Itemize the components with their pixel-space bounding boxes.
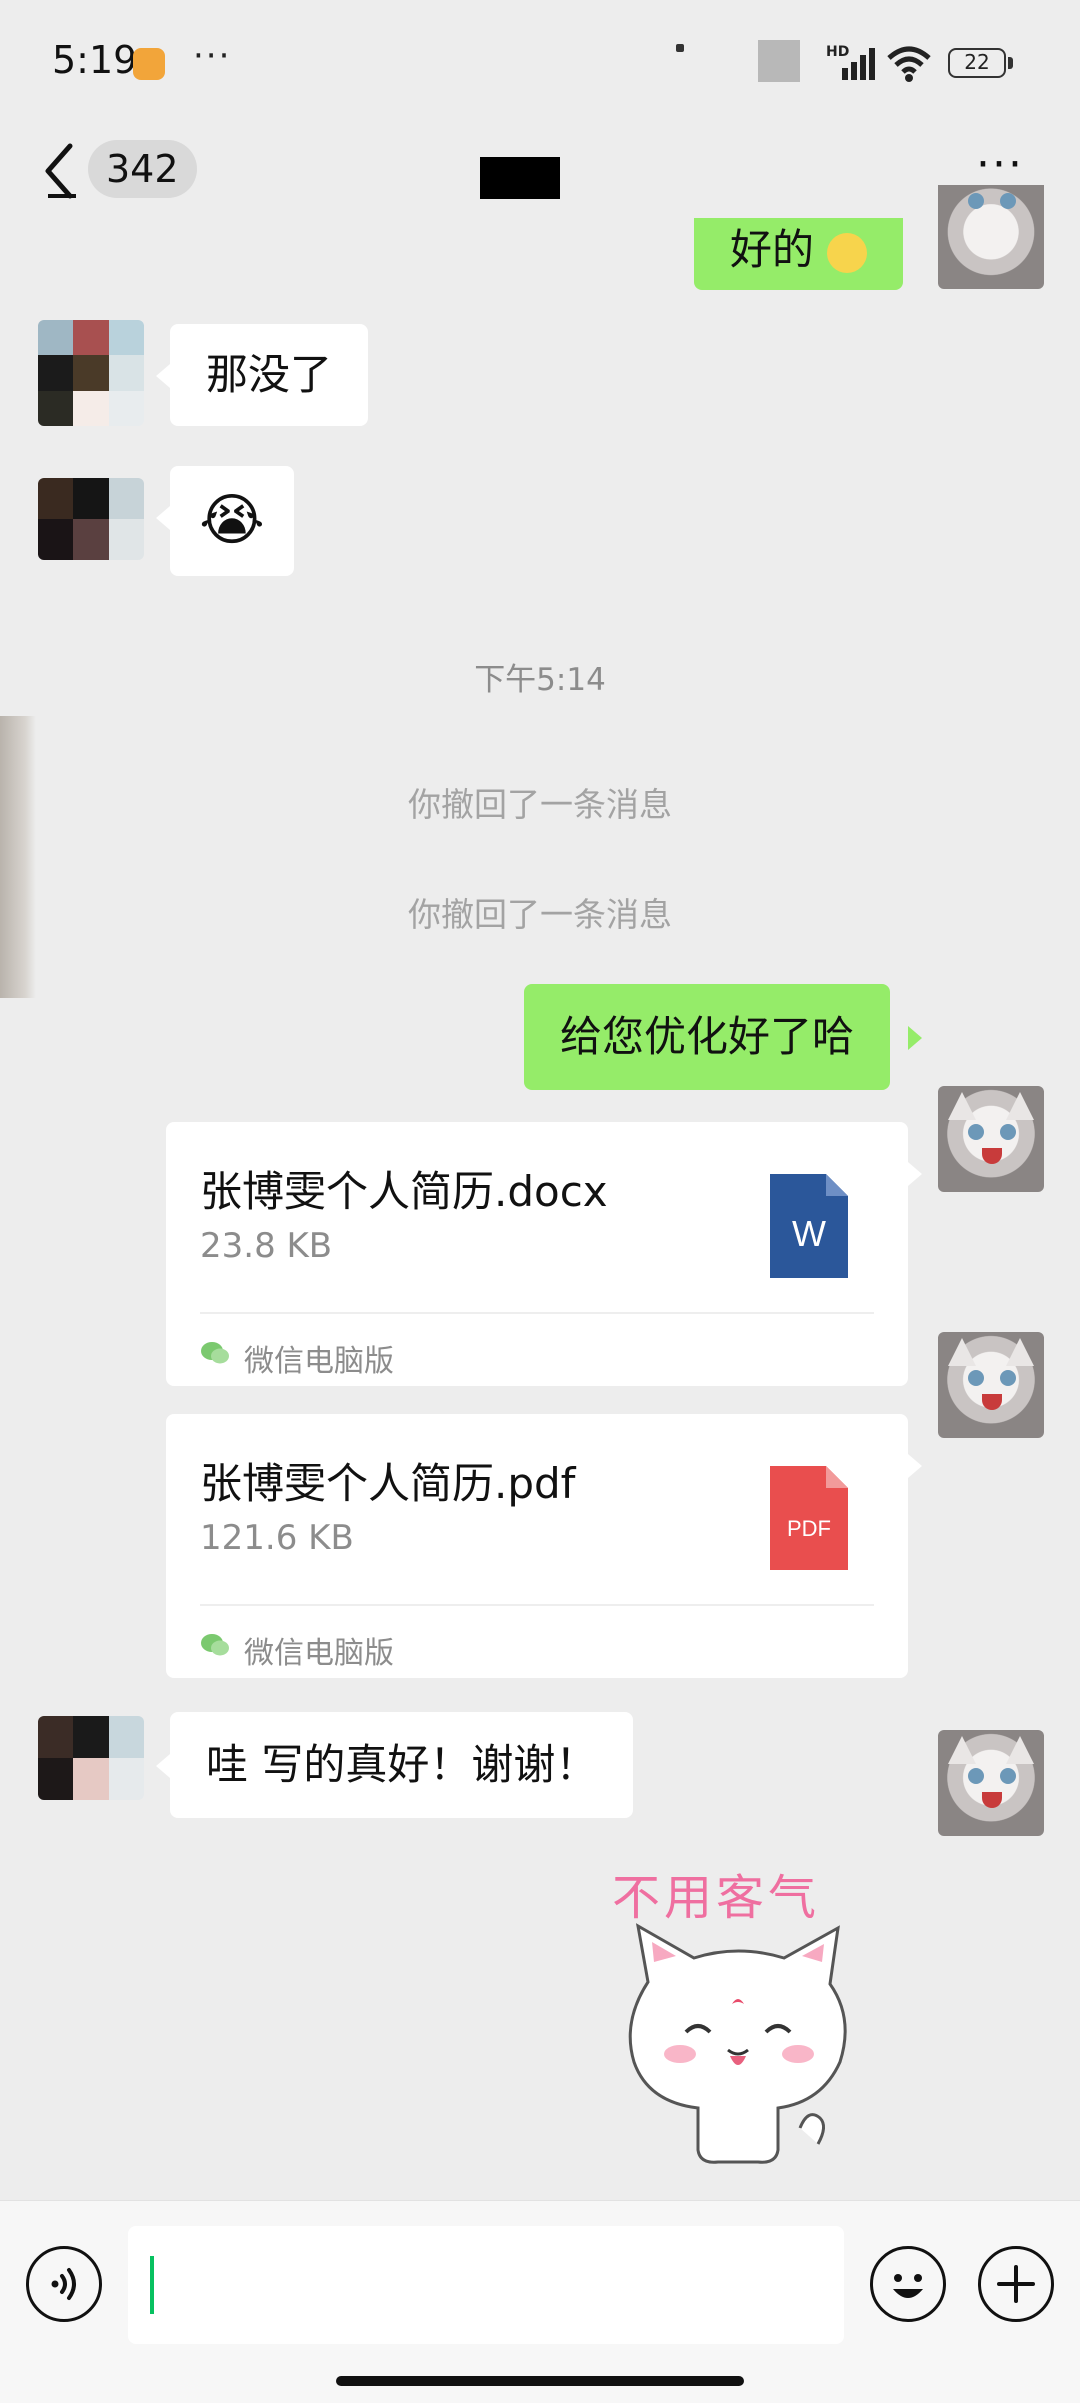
voice-button[interactable] [26,2246,102,2322]
self-avatar[interactable] [938,1730,1044,1836]
file-icon-label: W [792,1213,826,1254]
contact-avatar[interactable] [38,1716,144,1800]
self-avatar[interactable] [938,1332,1044,1438]
file-source: 微信电脑版 [244,1344,394,1379]
status-dot-icon [676,44,684,52]
file-name: 张博雯个人简历.pdf [200,1459,576,1508]
message-bubble-other[interactable]: 那没了 [170,324,369,426]
emoji-icon [893,2274,923,2298]
ok-hand-emoji-icon [827,232,868,273]
file-icon-label: PDF [787,1516,831,1541]
home-indicator[interactable] [336,2376,744,2386]
message-input[interactable] [128,2226,844,2344]
bubble-tail [908,1162,922,1186]
status-more: ··· [193,36,232,76]
app-notification-icon [133,48,165,80]
white-cat-illustration [628,1923,847,2164]
message-bubble-other-emoji[interactable]: 😭 [170,466,294,576]
word-file-icon: W [770,1174,848,1278]
sticker-text: 不用客气 [612,1870,821,1926]
file-source: 微信电脑版 [244,1636,394,1671]
divider [200,1312,874,1314]
more-horizontal-icon[interactable]: ··· [976,143,1030,190]
self-avatar[interactable] [938,1086,1044,1192]
message-text: 好的 [730,225,815,274]
pdf-file-icon: PDF [770,1466,848,1570]
file-size: 121.6 KB [200,1518,354,1558]
message-bubble-self-partial[interactable]: 好的 [694,218,904,290]
bubble-tail [156,364,170,388]
voice-icon [51,2268,76,2300]
status-time: 5:19 [52,38,138,82]
bubble-tail [908,1026,922,1050]
message-bubble-other[interactable]: 哇 写的真好！谢谢！ [170,1712,634,1818]
contact-avatar[interactable] [38,478,144,560]
plus-icon [997,2265,1035,2303]
battery-icon: 22 [948,48,1006,78]
bubble-tail [156,1754,170,1778]
facepalm-emoji-icon: 😭 [199,488,265,553]
chevron-left-icon[interactable] [40,140,84,202]
file-name: 张博雯个人简历.docx [200,1167,608,1216]
battery-tip [1008,57,1013,69]
contact-avatar[interactable] [38,320,144,426]
divider [200,1604,874,1606]
left-edge-blur [0,716,36,998]
chat-title-redacted [480,157,560,199]
signal-icon [842,48,875,80]
status-placeholder-icon [758,40,800,82]
cat-sticker[interactable]: 不用客气 [600,1850,900,2180]
more-functions-button[interactable] [978,2246,1054,2322]
recall-notice: 你撤回了一条消息 [408,895,672,934]
emoji-button[interactable] [870,2246,946,2322]
chat-timestamp: 下午5:14 [474,662,606,698]
bubble-tail [156,506,170,530]
bubble-tail [908,1454,922,1478]
message-bubble-self[interactable]: 给您优化好了哈 [524,984,891,1090]
wifi-icon [887,46,931,82]
text-cursor [150,2256,154,2314]
wechat-icon [201,1634,229,1656]
unread-count-badge[interactable]: 342 [88,140,197,198]
self-avatar[interactable] [938,185,1044,289]
file-size: 23.8 KB [200,1226,333,1266]
wechat-icon [201,1342,229,1364]
file-message-pdf[interactable]: 张博雯个人简历.pdf 121.6 KB PDF 微信电脑版 [166,1414,908,1678]
file-message-docx[interactable]: 张博雯个人简历.docx 23.8 KB W 微信电脑版 [166,1122,908,1386]
recall-notice: 你撤回了一条消息 [408,785,672,824]
